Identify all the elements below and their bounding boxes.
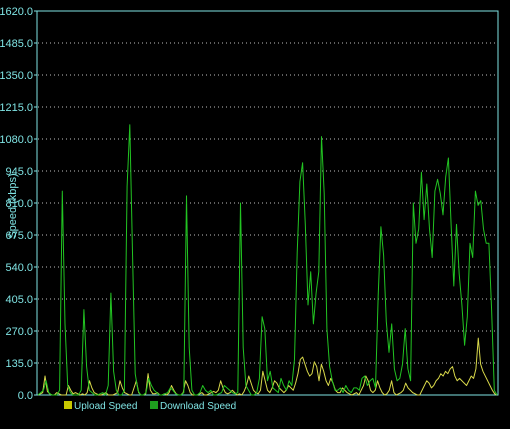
y-tick-label: 135.0 <box>5 358 33 370</box>
legend-swatch-download <box>150 401 158 409</box>
y-tick-label: 1215.0 <box>0 102 33 114</box>
y-tick-label: 1620.0 <box>0 6 33 18</box>
y-tick-label: 405.0 <box>5 294 33 306</box>
legend-label-download: Download Speed <box>160 401 236 412</box>
speed-chart: 0.0135.0270.0405.0540.0675.0810.0945.010… <box>0 6 499 412</box>
y-tick-label: 1485.0 <box>0 38 33 50</box>
legend-label-upload: Upload Speed <box>74 401 137 412</box>
y-tick-label: 1080.0 <box>0 134 33 146</box>
legend-swatch-upload <box>64 401 72 409</box>
y-tick-label: 1350.0 <box>0 70 33 82</box>
y-tick-label: 0.0 <box>18 390 33 402</box>
y-axis-label: Speed (kbps) <box>7 173 19 238</box>
legend: Upload Speed Download Speed <box>64 401 236 412</box>
y-tick-label: 270.0 <box>5 326 33 338</box>
y-tick-label: 540.0 <box>5 262 33 274</box>
